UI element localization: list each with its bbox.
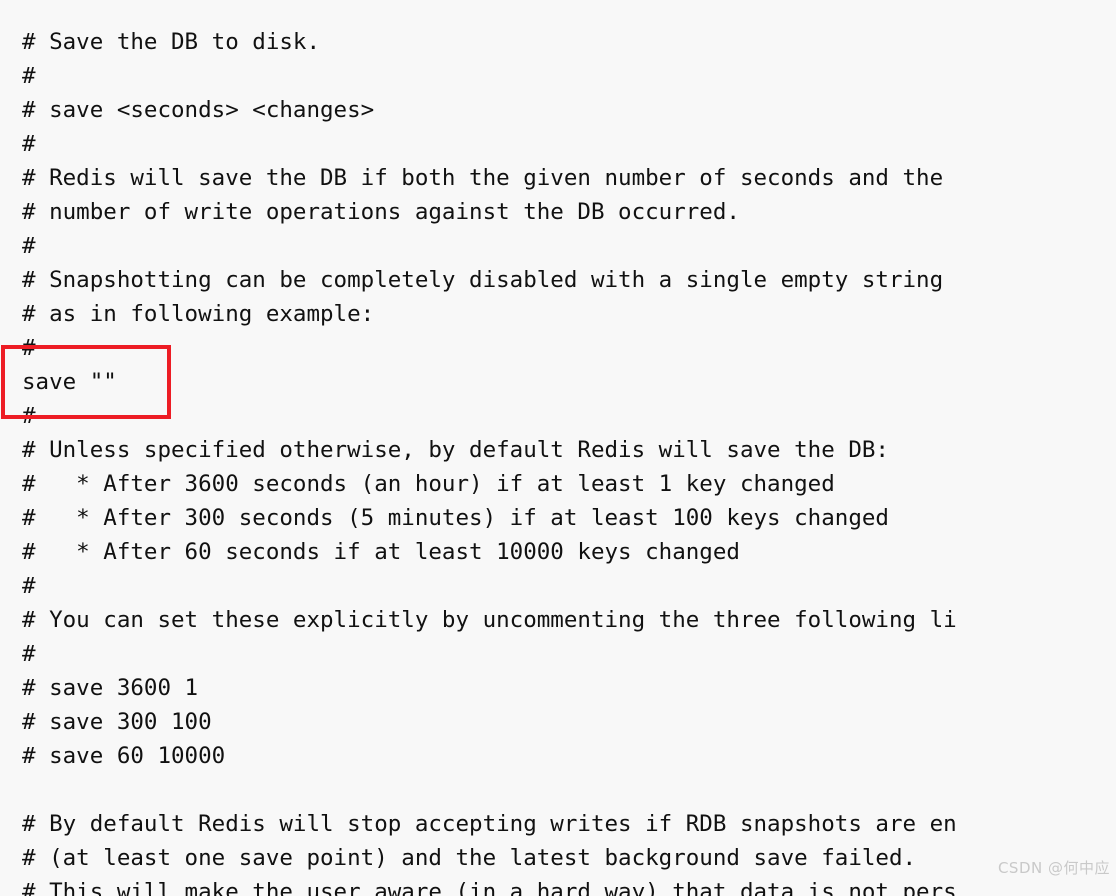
code-line: # save <seconds> <changes> <box>22 97 375 123</box>
code-line: # By default Redis will stop accepting w… <box>22 811 957 837</box>
code-line: # Snapshotting can be completely disable… <box>22 267 944 293</box>
code-line-save-empty: save "" <box>22 369 117 395</box>
code-line: # * After 3600 seconds (an hour) if at l… <box>22 471 835 497</box>
code-line: # <box>22 131 36 157</box>
screenshot-root: # Save the DB to disk. # # save <seconds… <box>0 0 1116 896</box>
code-line: # <box>22 63 36 89</box>
code-line: # Redis will save the DB if both the giv… <box>22 165 944 191</box>
code-line: # <box>22 403 36 429</box>
code-line: # You can set these explicitly by uncomm… <box>22 607 957 633</box>
code-line: # <box>22 573 36 599</box>
code-line: # as in following example: <box>22 301 375 327</box>
code-line: # <box>22 233 36 259</box>
config-file-text-view[interactable]: # Save the DB to disk. # # save <seconds… <box>0 0 1116 896</box>
code-line: # save 3600 1 <box>22 675 199 701</box>
code-line: # <box>22 335 36 361</box>
code-line: # number of write operations against the… <box>22 199 740 225</box>
code-line: # * After 300 seconds (5 minutes) if at … <box>22 505 889 531</box>
code-line: # save 60 10000 <box>22 743 226 769</box>
code-line: # save 300 100 <box>22 709 212 735</box>
code-line: # (at least one save point) and the late… <box>22 845 917 871</box>
code-line: # This will make the user aware (in a ha… <box>22 879 957 896</box>
code-line: # Unless specified otherwise, by default… <box>22 437 889 463</box>
code-line: # * After 60 seconds if at least 10000 k… <box>22 539 740 565</box>
code-line: # Save the DB to disk. <box>22 29 321 55</box>
code-line: # <box>22 641 36 667</box>
